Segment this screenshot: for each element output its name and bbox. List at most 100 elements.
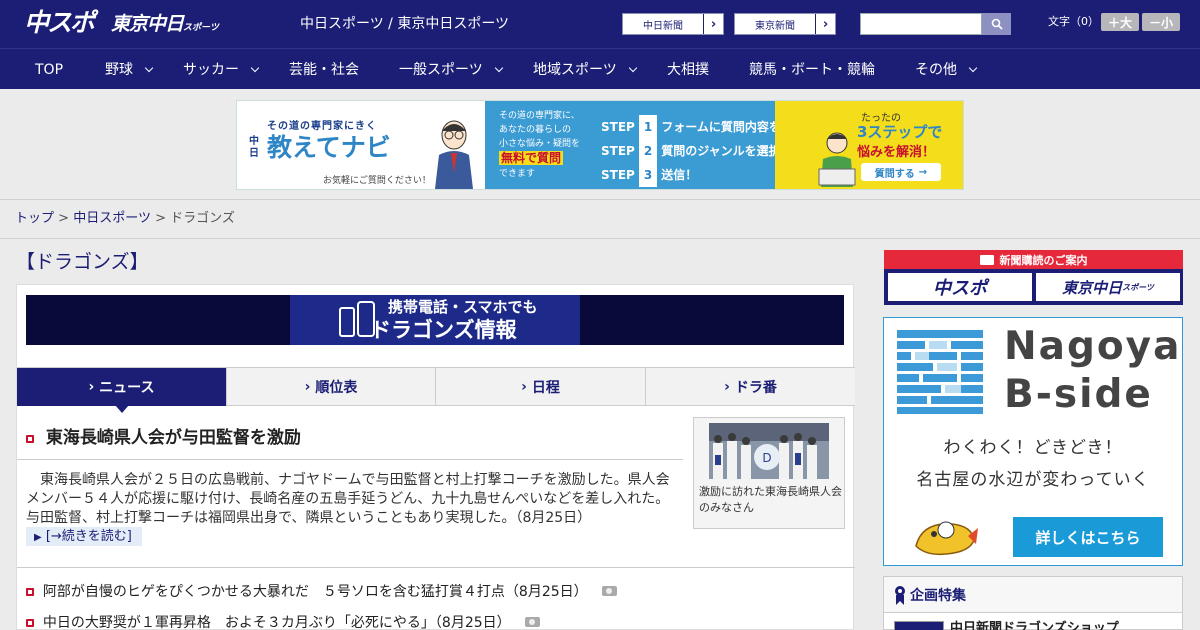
- chevron-down-icon: [968, 63, 978, 73]
- divider: [17, 567, 855, 568]
- breadcrumb-top[interactable]: トップ: [15, 211, 54, 226]
- tab-bar: › ニュース › 順位表 › 日程 › ドラ番: [17, 367, 855, 406]
- nagoya-bside-ad[interactable]: Nagoya B-side わくわく！どきどき！ 名古屋の水辺が変わっていく 詳…: [883, 317, 1183, 566]
- group-photo-image: D: [709, 423, 829, 479]
- nav-local-sports[interactable]: 地域スポーツ: [533, 61, 637, 79]
- nav-others[interactable]: その他: [915, 61, 978, 79]
- news-item[interactable]: 阿部が自慢のヒゲをぴくつかせる大暴れだ ５号ソロを含む猛打賞４打点（8月25日）: [26, 583, 617, 601]
- nagoya-copy1: わくわく！どきどき！: [943, 438, 1123, 458]
- logo-text-small: スポーツ: [183, 23, 219, 33]
- step-text: 送信！: [661, 168, 698, 182]
- award-ribbon-icon: [895, 586, 905, 605]
- read-more-link[interactable]: ▶ [→続きを読む]: [26, 527, 142, 546]
- man-illustration-icon: [435, 120, 473, 189]
- nav-top[interactable]: TOP: [35, 61, 63, 79]
- news-date: （8月25日）: [504, 584, 588, 600]
- tab-label: ニュース: [99, 380, 155, 396]
- lead-photo[interactable]: D 激励に訪れた東海長崎県人会のみなさん: [693, 417, 845, 529]
- subscribe-tokyo-chunichi[interactable]: 東京中日 スポーツ: [1036, 273, 1180, 301]
- divider: [0, 238, 1200, 239]
- font-larger-button[interactable]: ＋大: [1101, 13, 1139, 31]
- nagoya-copy2: 名古屋の水辺が変わっていく: [916, 470, 1150, 490]
- news-item[interactable]: 中日の大野奨が１軍再昇格 およそ３カ月ぶり「必死にやる」（8月25日）: [26, 614, 540, 630]
- ad-area: その道の専門家にきく 中日 教えてナビ お気軽にご質問ください！ その道の専門家…: [0, 89, 1200, 200]
- lead-body: 東海長崎県人会が２５日の広島戦前、ナゴヤドームで与田監督と村上打撃コーチを激励し…: [26, 472, 670, 526]
- step-num: 2: [639, 139, 658, 163]
- nav-label: 芸能・社会: [289, 62, 359, 78]
- feature-thumb: [894, 621, 944, 630]
- nav-entertainment[interactable]: 芸能・社会: [289, 61, 359, 79]
- banner-free: 無料で質問: [499, 151, 564, 165]
- photo-caption: 激励に訪れた東海長崎県人会のみなさん: [699, 485, 842, 514]
- nav-sumo[interactable]: 大相撲: [667, 61, 709, 79]
- oshiete-navi-banner[interactable]: その道の専門家にきく 中日 教えてナビ お気軽にご質問ください！ その道の専門家…: [236, 100, 964, 190]
- banner-brand-small: 中日: [249, 136, 259, 159]
- chevron-right-icon: ›: [521, 379, 532, 395]
- nagoya-details-button[interactable]: 詳しくはこちら: [1013, 517, 1163, 557]
- nav-label: 地域スポーツ: [533, 62, 617, 78]
- font-size-label: 文字（0）: [1048, 15, 1099, 28]
- read-more-label: [→続きを読む]: [45, 529, 132, 544]
- active-tab-pointer: [115, 405, 129, 413]
- tab-schedule[interactable]: › 日程: [436, 368, 646, 406]
- banner-r3: 悩みを解消！: [857, 145, 936, 160]
- search-button[interactable]: [982, 13, 1011, 35]
- tab-reporter[interactable]: › ドラ番: [646, 368, 855, 406]
- banner-brand: 教えてナビ: [267, 133, 391, 162]
- breadcrumb: トップ > 中日スポーツ > ドラゴンズ: [15, 210, 235, 228]
- nav-label: 大相撲: [667, 62, 709, 78]
- banner-line: その道の専門家に、: [499, 111, 580, 121]
- nav-soccer[interactable]: サッカー: [183, 61, 260, 79]
- chunichi-sports-logo[interactable]: 中スポ: [24, 9, 95, 37]
- banner-tagline: その道の専門家にきく: [267, 121, 377, 132]
- waterside-blocks-icon: [897, 330, 983, 414]
- banner-right: たったの 3ステップで 悩みを解消！ 質問する →: [775, 101, 963, 189]
- chunichi-shimbun-link[interactable]: 中日新聞 ›: [622, 13, 724, 35]
- chevron-down-icon: [494, 63, 503, 73]
- svg-text:D: D: [762, 451, 771, 465]
- banner-ask-label: 質問する: [874, 168, 915, 180]
- search-input[interactable]: [860, 13, 982, 35]
- step-text: 質問のジャンルを選択: [661, 144, 781, 158]
- tokyo-shimbun-link[interactable]: 東京新聞 ›: [734, 13, 836, 35]
- banner-r2: 3ステップで: [857, 123, 943, 141]
- fried-shrimp-mascot-icon: [915, 521, 978, 556]
- person-laptop-icon: [818, 132, 856, 187]
- chevron-right-icon: ›: [815, 14, 835, 34]
- nagoya-title-line1: Nagoya: [1004, 324, 1182, 369]
- subscription-box: 新聞購読のご案内 中スポ 東京中日 スポーツ: [884, 250, 1183, 305]
- chevron-right-icon: ›: [88, 379, 100, 395]
- banner-middle-text: その道の専門家に、 あなたの暮らしの 小さな悩み・疑問を 無料で質問 できます: [499, 109, 580, 181]
- page-title: 【ドラゴンズ】: [16, 251, 149, 273]
- chevron-down-icon: [628, 63, 637, 73]
- nav-label: TOP: [35, 62, 64, 78]
- feature-item[interactable]: 中日新聞ドラゴンズショップ: [950, 621, 1119, 630]
- main-nav: TOP 野球 サッカー 芸能・社会 一般スポーツ 地域スポーツ 大相撲 競馬・ボ…: [0, 48, 1200, 89]
- lead-headline[interactable]: 東海長崎県人会が与田監督を激励: [26, 427, 301, 449]
- bullet-icon: [26, 619, 34, 627]
- subscribe-b-small: スポーツ: [1122, 282, 1154, 292]
- tab-standings[interactable]: › 順位表: [227, 368, 436, 406]
- news-date: （8月25日）: [434, 615, 511, 630]
- subscription-title: 新聞購読のご案内: [999, 253, 1088, 267]
- nav-baseball[interactable]: 野球: [105, 61, 154, 79]
- tab-label: ドラ番: [734, 380, 777, 396]
- tokyo-chunichi-sports-logo[interactable]: 東京中日スポーツ: [111, 12, 219, 40]
- feature-box: 企画特集 中日新聞ドラゴンズショップ: [883, 576, 1183, 630]
- banner-middle: その道の専門家に、 あなたの暮らしの 小さな悩み・疑問を 無料で質問 できます …: [485, 101, 805, 189]
- nav-racing[interactable]: 競馬・ボート・競輪: [749, 61, 875, 79]
- mobile-banner-inner: 携帯電話・スマホでも ドラゴンズ情報: [290, 295, 580, 345]
- link-label: 中日新聞: [643, 20, 683, 32]
- subscribe-chunichi-sports[interactable]: 中スポ: [888, 273, 1032, 301]
- step-num: 1: [639, 115, 658, 139]
- font-smaller-button[interactable]: －小: [1142, 13, 1180, 31]
- tab-news[interactable]: › ニュース: [17, 368, 227, 406]
- mobile-dragons-banner[interactable]: 携帯電話・スマホでも ドラゴンズ情報: [26, 295, 844, 345]
- newspaper-icon: [979, 254, 994, 265]
- breadcrumb-chunichi-sports[interactable]: 中日スポーツ: [73, 211, 151, 226]
- banner-line: できます: [499, 169, 536, 179]
- breadcrumb-sep: >: [58, 211, 70, 226]
- triangle-right-icon: ▶: [34, 532, 42, 543]
- nav-label: その他: [915, 62, 957, 78]
- nav-general-sports[interactable]: 一般スポーツ: [399, 61, 503, 79]
